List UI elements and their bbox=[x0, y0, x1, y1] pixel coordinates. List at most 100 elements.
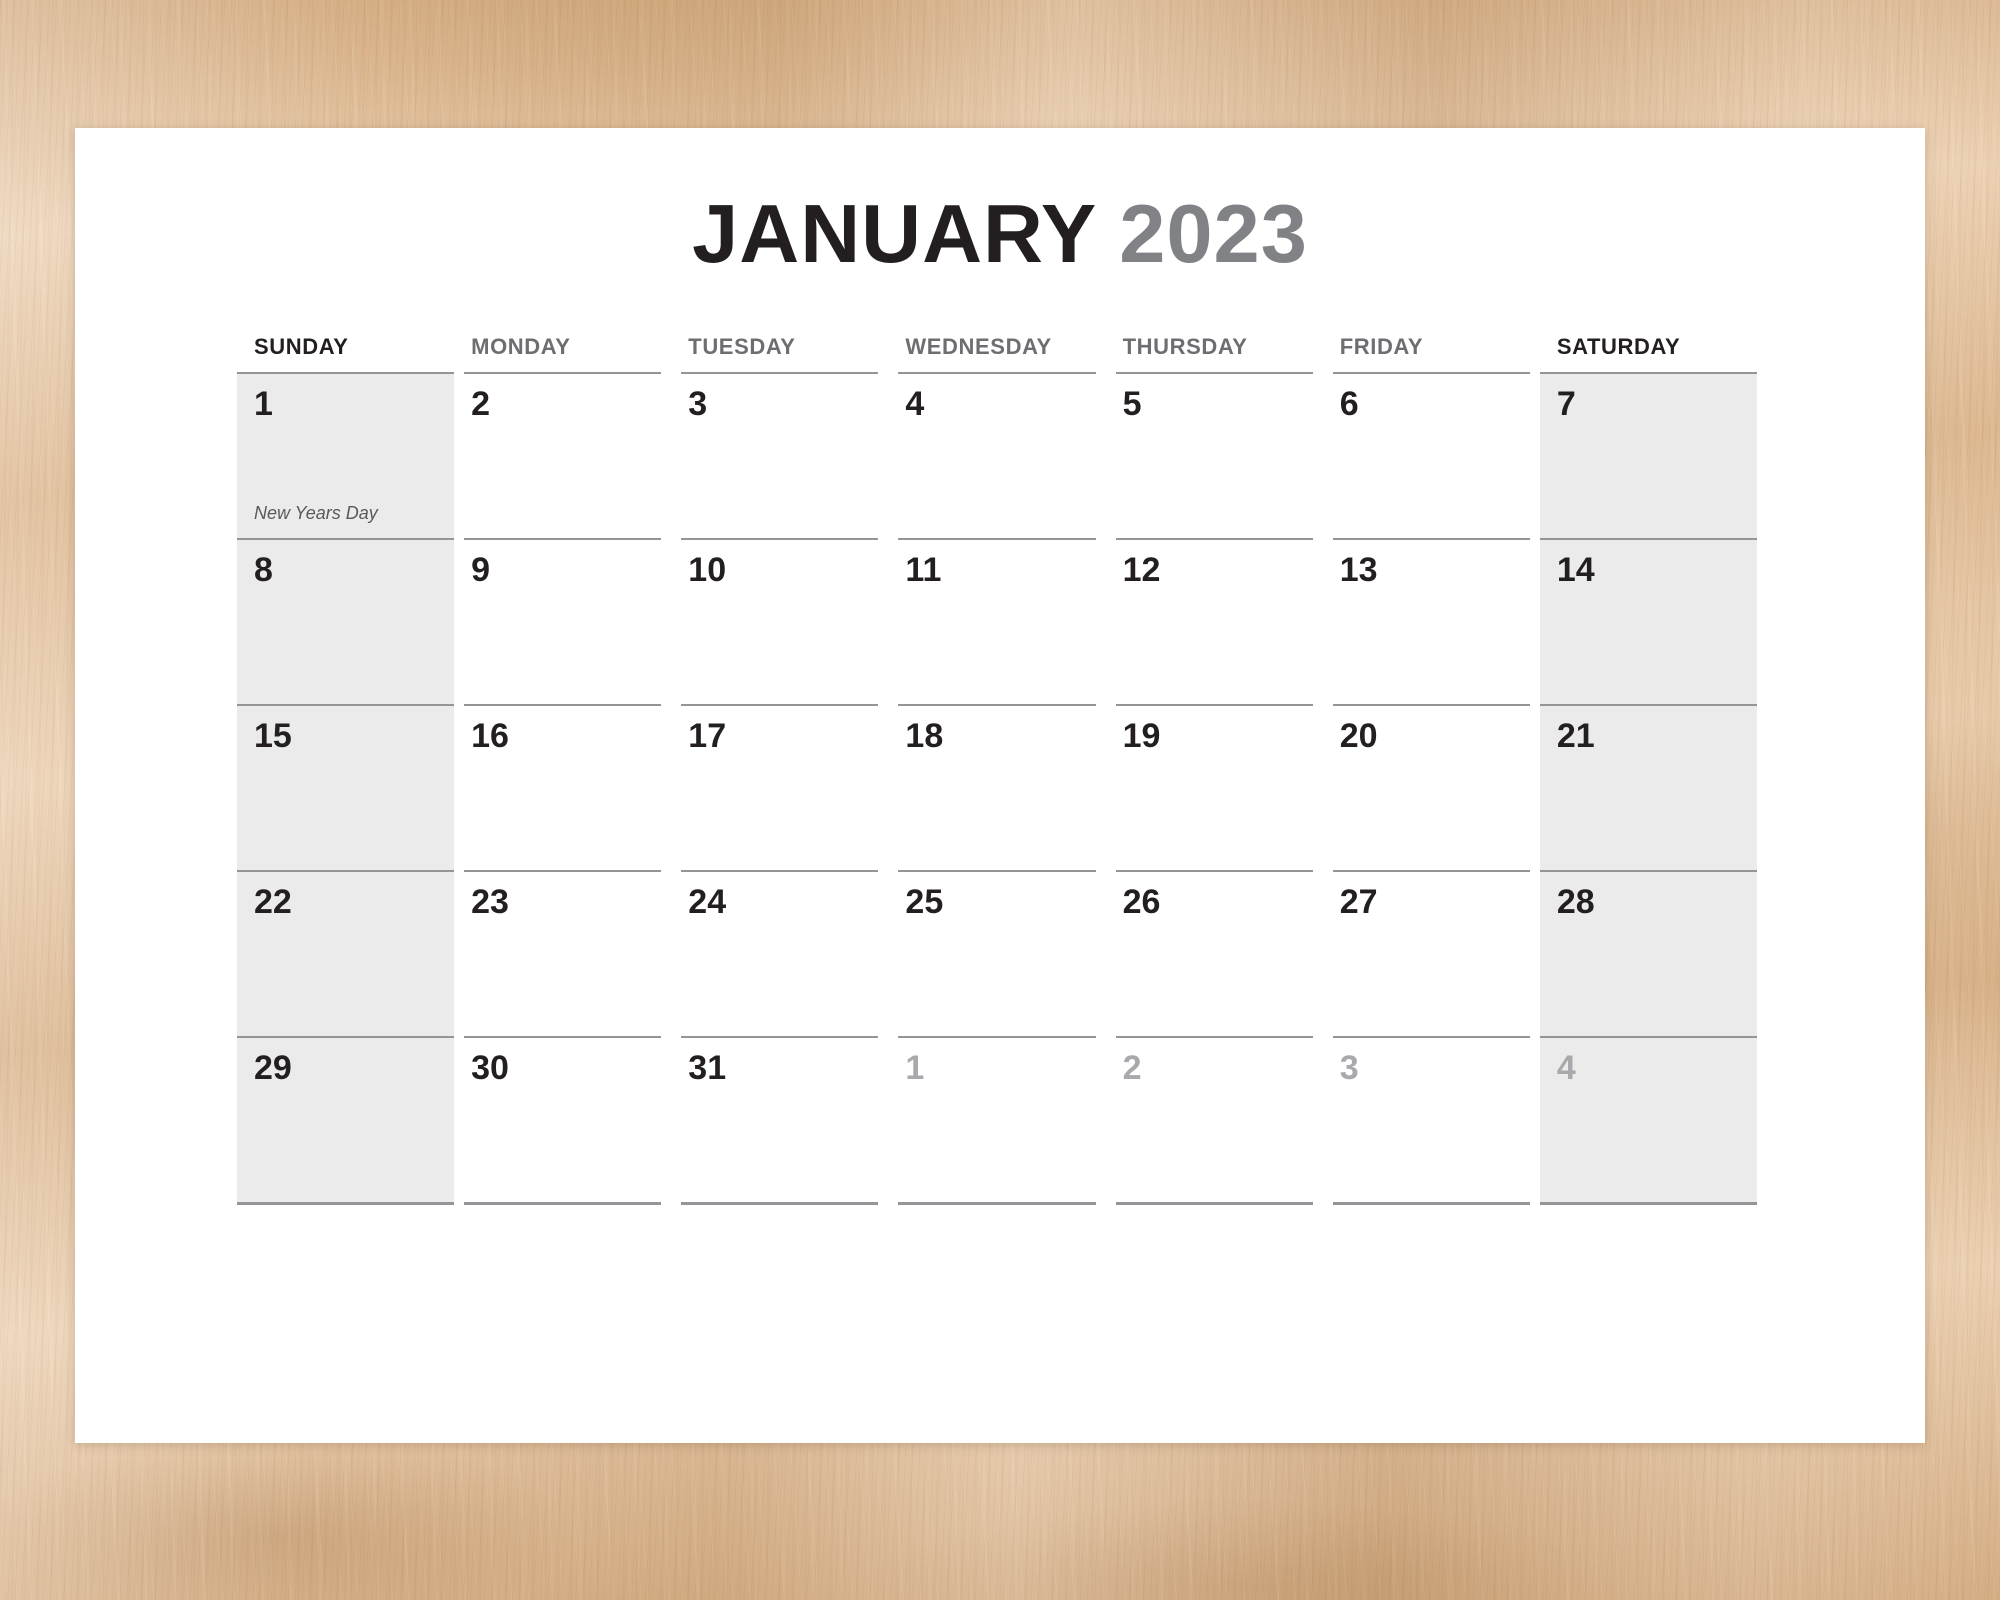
grid-bottom-line bbox=[237, 1202, 455, 1205]
calendar-day-cell[interactable]: 5 bbox=[1106, 372, 1323, 538]
calendar-day-cell[interactable]: 23 bbox=[454, 870, 671, 1036]
calendar-day-cell[interactable]: 6 bbox=[1323, 372, 1540, 538]
grid-bottom-segment bbox=[1539, 1202, 1757, 1205]
day-number: 8 bbox=[254, 551, 273, 589]
calendar-day-cell[interactable]: 20 bbox=[1323, 704, 1540, 870]
day-number: 23 bbox=[471, 883, 509, 921]
calendar-day-cell[interactable]: 4 bbox=[1539, 1036, 1757, 1202]
calendar-day-cell[interactable]: 8 bbox=[237, 538, 455, 704]
calendar-day-cell[interactable]: 26 bbox=[1106, 870, 1323, 1036]
calendar-day-cell[interactable]: 18 bbox=[888, 704, 1105, 870]
calendar-day-cell[interactable]: 16 bbox=[454, 704, 671, 870]
day-number: 15 bbox=[254, 717, 292, 755]
day-number: 27 bbox=[1339, 883, 1378, 921]
calendar-day-cell[interactable]: 11 bbox=[888, 538, 1105, 704]
calendar-day-cell[interactable]: 22 bbox=[237, 870, 455, 1036]
calendar-day-cell[interactable]: 28 bbox=[1539, 870, 1757, 1036]
day-number: 4 bbox=[905, 385, 925, 423]
day-number: 7 bbox=[1556, 385, 1576, 423]
weekday-header-tuesday: TUESDAY bbox=[688, 334, 796, 359]
day-number: 4 bbox=[1556, 1049, 1576, 1087]
day-number: 21 bbox=[1556, 717, 1595, 755]
calendar-day-cell[interactable]: 27 bbox=[1323, 870, 1540, 1036]
cell-top-rule bbox=[1332, 870, 1530, 872]
cell-top-rule bbox=[1539, 870, 1757, 872]
calendar-day-cell[interactable]: 13 bbox=[1323, 538, 1540, 704]
cell-top-rule bbox=[464, 1036, 662, 1038]
calendar-day-cell[interactable]: 2 bbox=[1106, 1036, 1323, 1202]
calendar-day-cell[interactable]: 9 bbox=[454, 538, 671, 704]
day-number: 12 bbox=[1122, 551, 1161, 589]
calendar-day-cell[interactable]: 2 bbox=[454, 372, 671, 538]
cell-top-rule bbox=[1332, 372, 1530, 374]
calendar-day-cell[interactable]: 19 bbox=[1106, 704, 1323, 870]
grid-bottom-segment bbox=[237, 1202, 455, 1205]
calendar-day-cell[interactable]: 7 bbox=[1539, 372, 1757, 538]
weekday-header-thursday: THURSDAY bbox=[1122, 334, 1248, 359]
calendar-title: JANUARY 2023 bbox=[75, 186, 1925, 282]
cell-top-rule bbox=[1332, 538, 1530, 540]
calendar-day-cell[interactable]: 3 bbox=[1323, 1036, 1540, 1202]
day-number: 3 bbox=[688, 385, 708, 423]
day-number: 28 bbox=[1556, 883, 1595, 921]
day-number: 9 bbox=[471, 551, 491, 589]
calendar-day-cell[interactable]: 1 bbox=[888, 1036, 1105, 1202]
cell-top-rule bbox=[464, 704, 662, 706]
calendar-day-cell[interactable]: 1 New Years Day bbox=[237, 372, 455, 538]
calendar-day-cell[interactable]: 25 bbox=[888, 870, 1105, 1036]
calendar-day-cell[interactable]: 4 bbox=[888, 372, 1105, 538]
grid-bottom-border bbox=[237, 1202, 1757, 1205]
cell-top-rule bbox=[681, 538, 879, 540]
day-number: 26 bbox=[1122, 883, 1161, 921]
day-number: 11 bbox=[905, 551, 942, 589]
cell-top-rule bbox=[237, 870, 455, 872]
cell-top-rule bbox=[1539, 372, 1757, 374]
weekday-header-monday: MONDAY bbox=[471, 334, 571, 359]
calendar-week-row: 8 9 10 11 12 13 14 bbox=[237, 538, 1757, 704]
cell-top-rule bbox=[237, 1036, 455, 1038]
cell-top-rule bbox=[681, 1036, 879, 1038]
day-number: 13 bbox=[1339, 551, 1378, 589]
day-number: 31 bbox=[688, 1049, 727, 1087]
calendar-week-row: 1 New Years Day 2 3 4 5 6 7 bbox=[237, 372, 1757, 538]
grid-bottom-segment bbox=[454, 1202, 671, 1205]
day-number: 30 bbox=[471, 1049, 509, 1087]
day-number: 22 bbox=[254, 883, 292, 921]
calendar-day-cell[interactable]: 3 bbox=[671, 372, 888, 538]
cell-top-rule bbox=[898, 704, 1096, 706]
cell-top-rule bbox=[1332, 1036, 1530, 1038]
calendar-day-cell[interactable]: 24 bbox=[671, 870, 888, 1036]
day-number: 3 bbox=[1339, 1049, 1359, 1087]
day-number: 10 bbox=[688, 551, 727, 589]
cell-top-rule bbox=[237, 704, 455, 706]
calendar-day-cell[interactable]: 14 bbox=[1539, 538, 1757, 704]
day-number: 1 bbox=[254, 385, 273, 423]
day-number: 2 bbox=[1122, 1049, 1142, 1087]
cell-top-rule bbox=[898, 372, 1096, 374]
calendar-day-cell[interactable]: 17 bbox=[671, 704, 888, 870]
weekday-header-wednesday: WEDNESDAY bbox=[905, 334, 1052, 359]
calendar-day-cell[interactable]: 30 bbox=[454, 1036, 671, 1202]
grid-bottom-line bbox=[1539, 1202, 1757, 1205]
cell-top-rule bbox=[1115, 372, 1313, 374]
cell-top-rule bbox=[464, 372, 662, 374]
calendar-day-cell[interactable]: 21 bbox=[1539, 704, 1757, 870]
grid-bottom-line bbox=[898, 1202, 1096, 1205]
calendar-day-cell[interactable]: 12 bbox=[1106, 538, 1323, 704]
day-number: 2 bbox=[471, 385, 491, 423]
grid-bottom-segment bbox=[1323, 1202, 1540, 1205]
cell-top-rule bbox=[898, 1036, 1096, 1038]
day-number: 16 bbox=[471, 717, 509, 755]
title-month: JANUARY bbox=[692, 187, 1098, 280]
grid-bottom-line bbox=[681, 1202, 879, 1205]
calendar-day-cell[interactable]: 31 bbox=[671, 1036, 888, 1202]
day-event-label: New Years Day bbox=[254, 503, 378, 523]
calendar-day-cell[interactable]: 15 bbox=[237, 704, 455, 870]
calendar-day-cell[interactable]: 29 bbox=[237, 1036, 455, 1202]
day-number: 20 bbox=[1339, 717, 1378, 755]
cell-top-rule bbox=[681, 704, 879, 706]
day-number: 29 bbox=[254, 1049, 292, 1087]
cell-top-rule bbox=[1539, 704, 1757, 706]
calendar-day-cell[interactable]: 10 bbox=[671, 538, 888, 704]
cell-top-rule bbox=[898, 538, 1096, 540]
